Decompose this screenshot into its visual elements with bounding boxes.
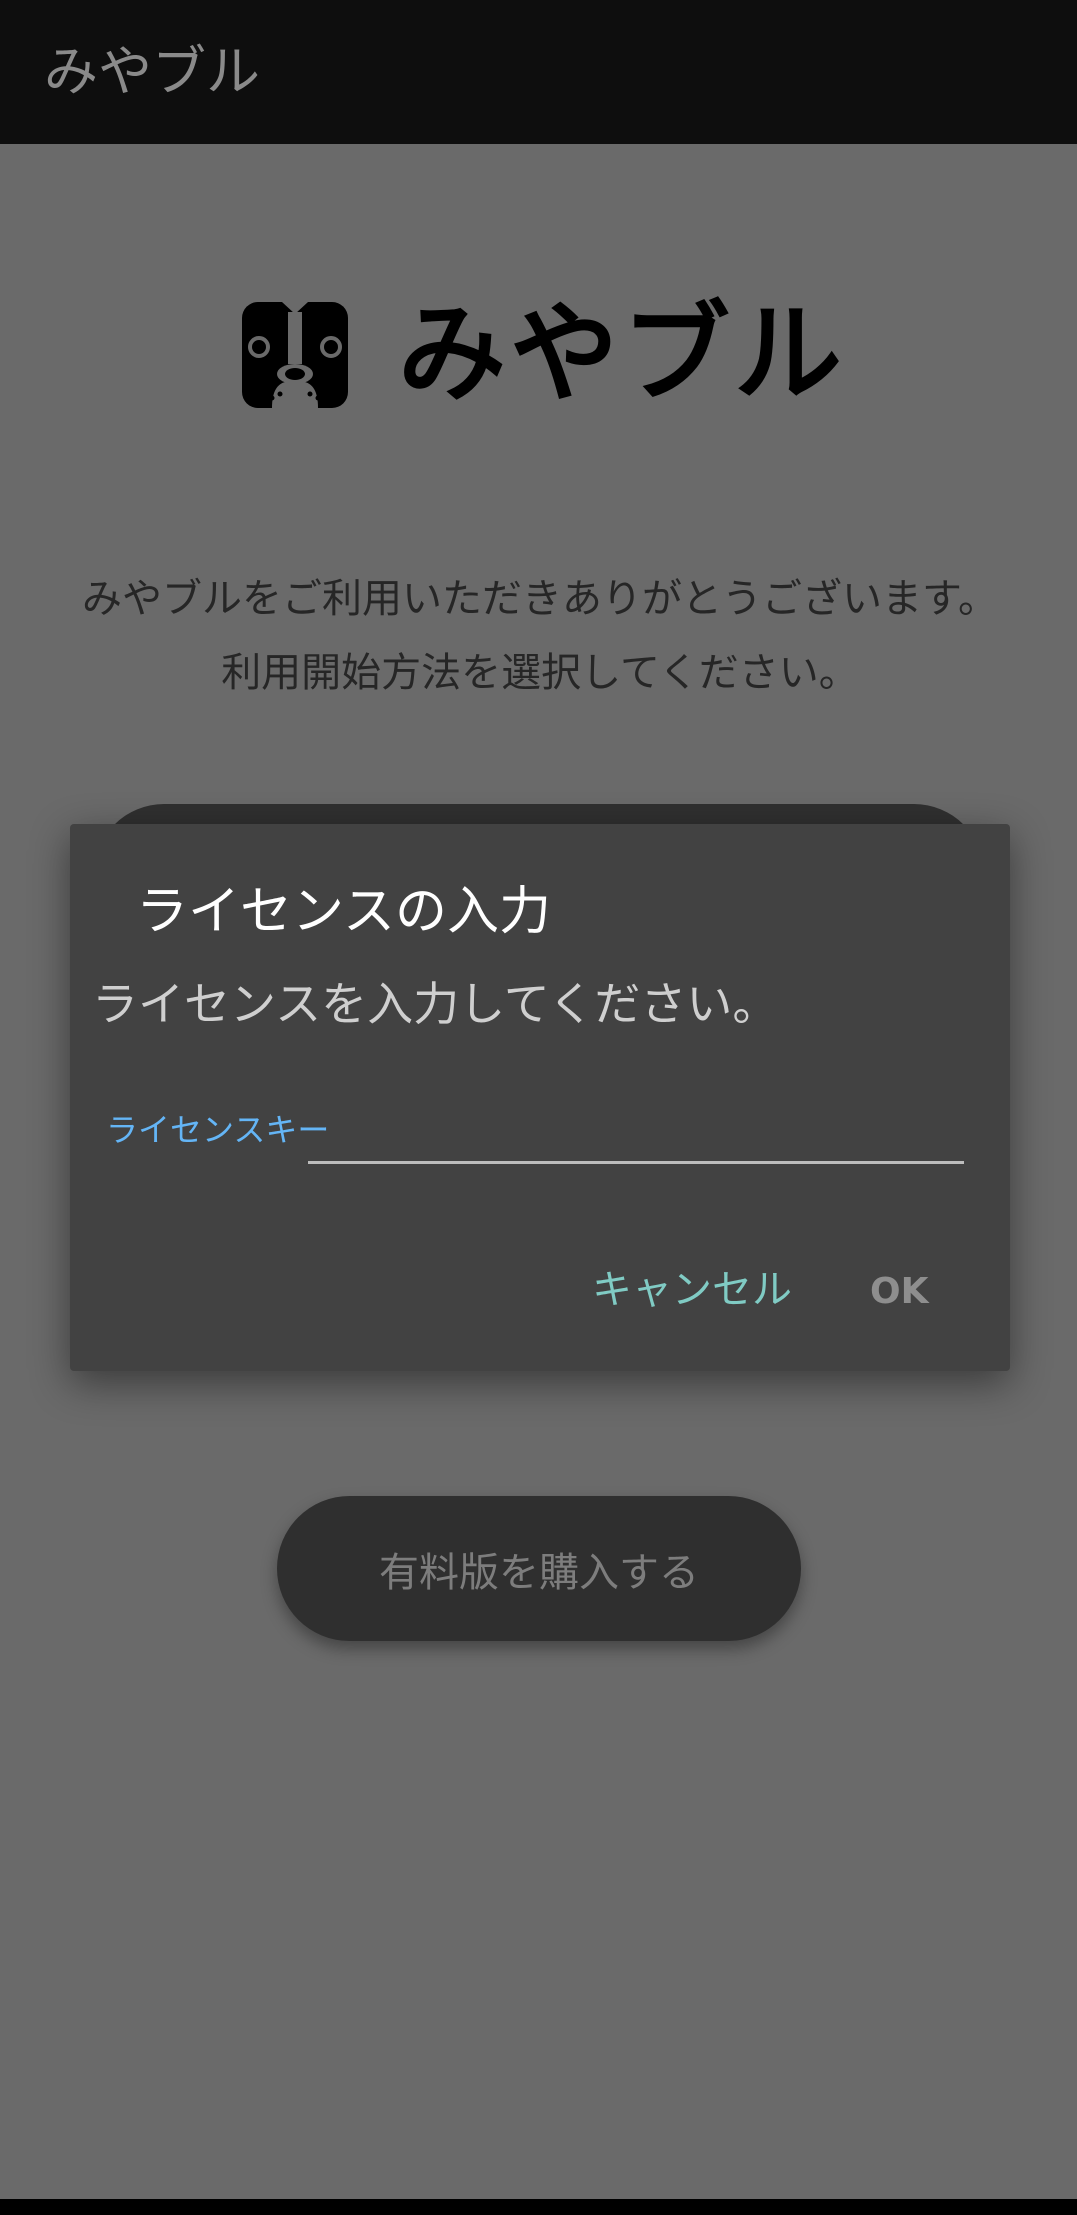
license-dialog: ライセンスの入力 ライセンスを入力してください。 ライセンスキー キャンセル O… <box>70 824 1010 1371</box>
app-bar: みやブル <box>0 0 1077 144</box>
app-logo: みやブル <box>242 300 846 410</box>
dialog-message: ライセンスを入力してください。 <box>92 977 779 1031</box>
ok-button[interactable]: OK <box>870 1262 929 1322</box>
purchase-paid-version-button[interactable]: 有料版を購入する <box>277 1496 801 1641</box>
dialog-title: ライセンスの入力 <box>136 882 551 942</box>
intro-text: みやブルをご利用いただきありがとうございます。利用開始方法を選択してください。 <box>82 576 998 696</box>
app-bar-title: みやブル <box>44 40 260 103</box>
system-navigation-bar <box>0 2199 1077 2215</box>
bulldog-face-icon <box>242 302 348 408</box>
logo-wordmark: みやブル <box>398 292 847 417</box>
cancel-button[interactable]: キャンセル <box>592 1260 792 1320</box>
license-key-input[interactable] <box>308 1092 964 1164</box>
license-key-label: ライセンスキー <box>106 1111 330 1149</box>
